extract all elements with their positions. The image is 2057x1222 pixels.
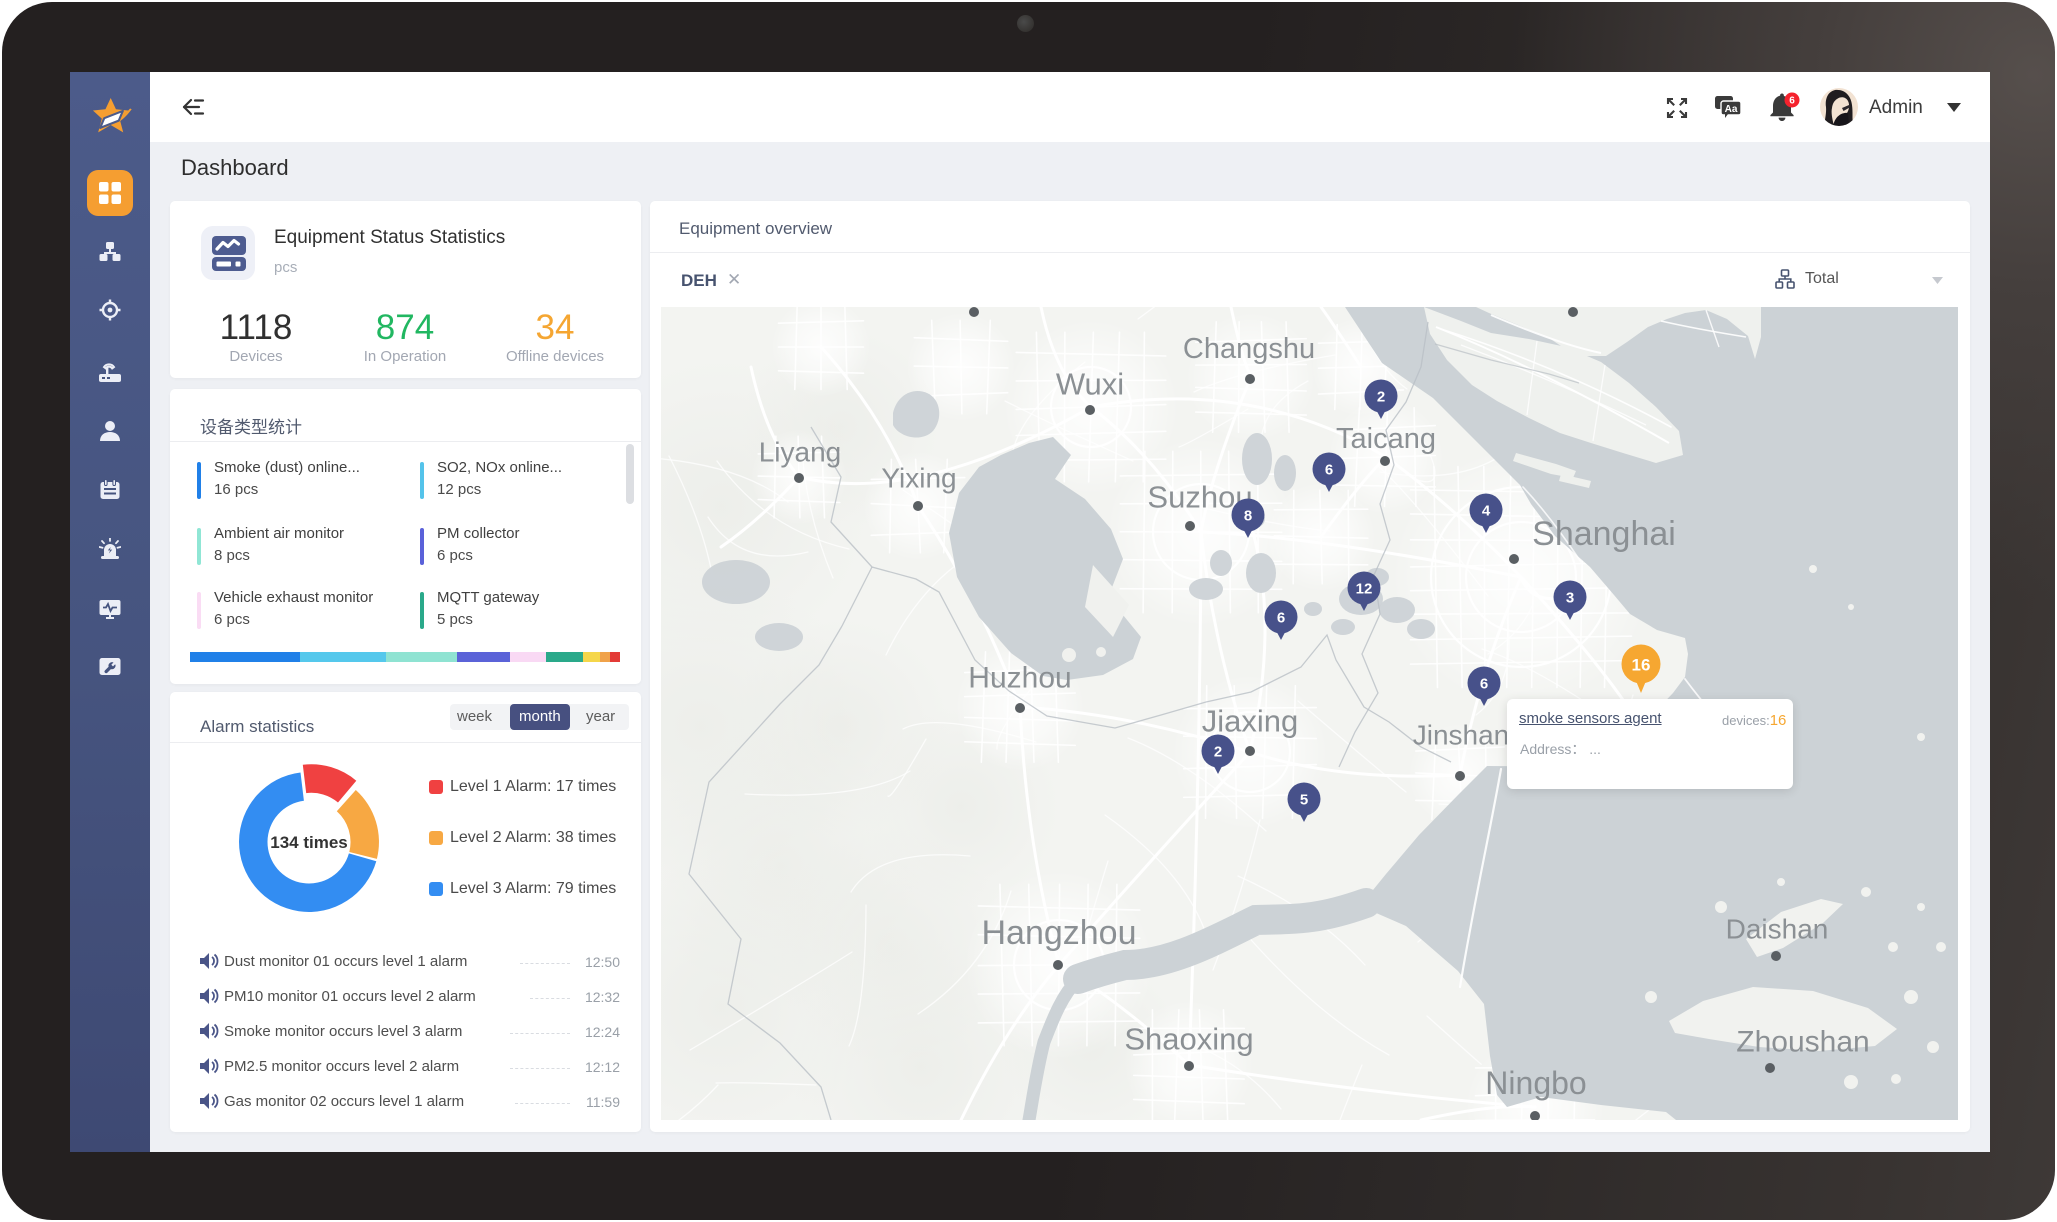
svg-text:2: 2 [1214,744,1222,761]
svg-text:3: 3 [1566,590,1574,607]
svg-text:16: 16 [1632,656,1651,675]
svg-text:6: 6 [1277,610,1285,627]
svg-text:Zhoushan: Zhoushan [1736,1026,1869,1059]
svg-text:Daishan: Daishan [1726,914,1829,945]
svg-text:6: 6 [1789,96,1795,107]
svg-text:8: 8 [1244,508,1252,525]
svg-text:Liyang: Liyang [759,437,842,468]
svg-text:Jinshan: Jinshan [1413,720,1510,751]
svg-text:Ningbo: Ningbo [1485,1065,1586,1101]
svg-text:Hangzhou: Hangzhou [981,914,1136,952]
svg-text:12: 12 [1356,581,1373,598]
svg-text:Changshu: Changshu [1183,333,1315,365]
svg-text:Jiaxing: Jiaxing [1202,704,1299,739]
svg-text:Wuxi: Wuxi [1056,367,1124,402]
svg-text:6: 6 [1325,462,1333,479]
svg-text:2: 2 [1377,389,1385,406]
svg-text:Huzhou: Huzhou [968,662,1071,695]
svg-text:4: 4 [1482,503,1491,520]
svg-text:5: 5 [1300,792,1308,809]
svg-text:Shaoxing: Shaoxing [1124,1022,1253,1057]
svg-text:Shanghai: Shanghai [1532,515,1676,553]
svg-text:Taicang: Taicang [1336,423,1436,455]
svg-text:Aa: Aa [1725,104,1738,115]
svg-text:Yixing: Yixing [881,463,956,494]
svg-text:6: 6 [1480,676,1488,693]
